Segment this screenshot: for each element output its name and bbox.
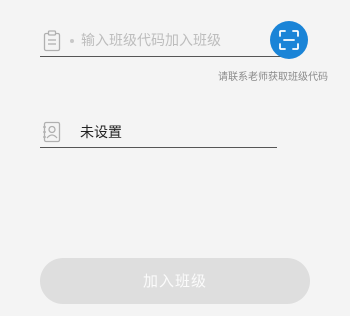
name-value: 未设置: [80, 125, 122, 141]
class-code-hint: 请联系老师获取班级代码: [218, 72, 328, 83]
separator-dot: [70, 39, 74, 43]
join-class-screen: 请联系老师获取班级代码 未设置 加入班级: [0, 0, 350, 316]
join-class-button[interactable]: 加入班级: [40, 258, 310, 304]
name-field[interactable]: 未设置: [40, 117, 277, 148]
class-code-field: [40, 26, 288, 57]
class-code-input[interactable]: [78, 29, 271, 53]
scan-icon: [279, 30, 299, 50]
clipboard-icon: [42, 30, 62, 52]
scan-button[interactable]: [270, 21, 308, 59]
contact-card-icon: [42, 121, 62, 143]
